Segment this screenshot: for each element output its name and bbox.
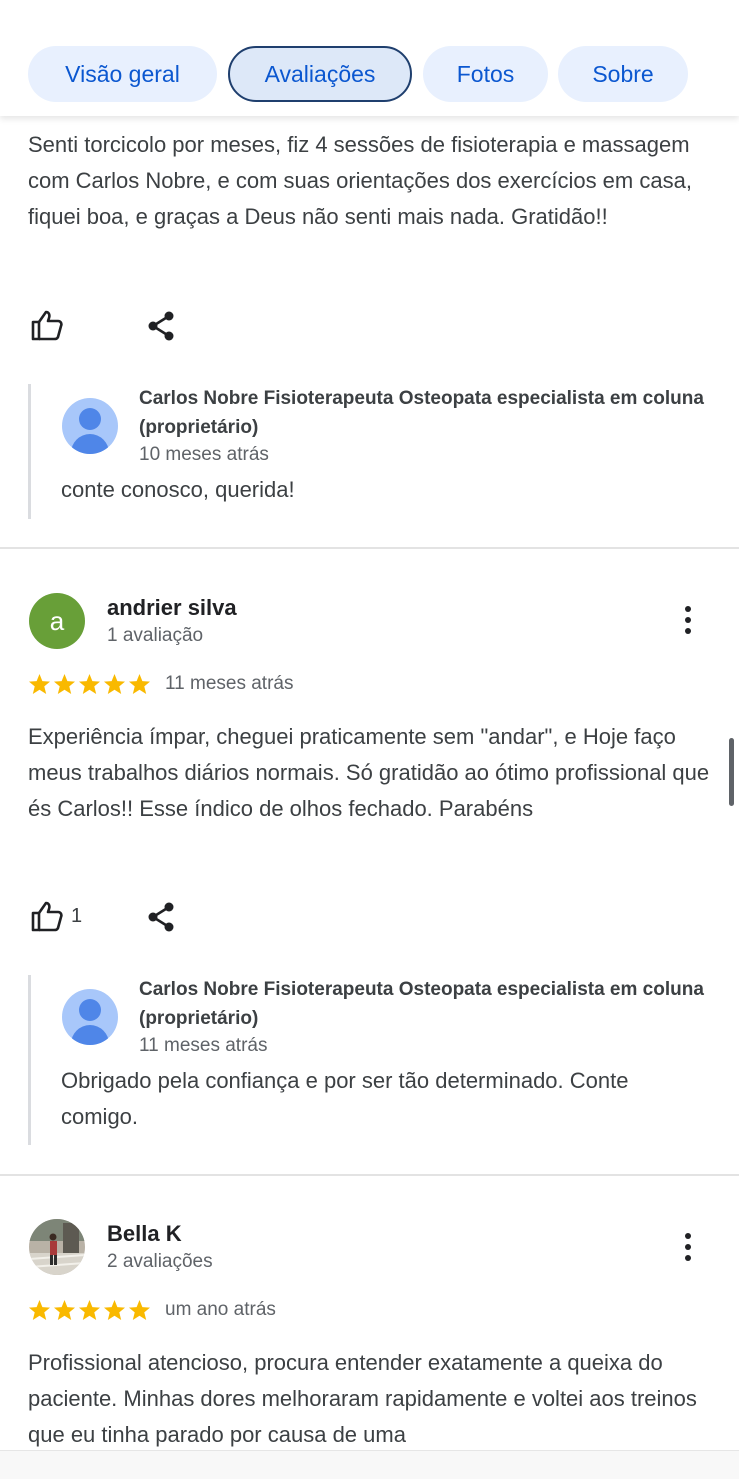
- owner-name: Carlos Nobre Fisioterapeuta Osteopata es…: [139, 979, 704, 1029]
- thumbs-up-icon[interactable]: [30, 309, 64, 341]
- divider: [0, 547, 739, 549]
- tab-reviews[interactable]: Avaliações: [228, 46, 412, 102]
- star-icon: [78, 1299, 101, 1321]
- bottom-bar: [0, 1450, 739, 1479]
- avatar[interactable]: a: [29, 593, 85, 649]
- review-text: Experiência ímpar, cheguei praticamente …: [28, 724, 710, 821]
- tab-overview[interactable]: Visão geral: [28, 46, 217, 102]
- star-icon: [28, 1299, 51, 1321]
- star-icon: [128, 673, 151, 695]
- tab-photos[interactable]: Fotos: [423, 46, 548, 102]
- star-rating: [28, 1299, 151, 1321]
- share-icon[interactable]: [146, 310, 176, 342]
- reviewer-name[interactable]: Bella K: [107, 1221, 182, 1247]
- star-icon: [28, 673, 51, 695]
- more-options-icon[interactable]: [684, 606, 692, 634]
- more-options-icon[interactable]: [684, 1233, 692, 1261]
- reply-text: Obrigado pela confiança e por ser tão de…: [61, 1068, 629, 1129]
- owner-name: Carlos Nobre Fisioterapeuta Osteopata es…: [139, 388, 704, 438]
- star-icon: [78, 673, 101, 695]
- review-time: um ano atrás: [165, 1299, 276, 1320]
- divider: [0, 1174, 739, 1176]
- avatar-letter: a: [49, 605, 65, 636]
- like-count: 1: [71, 905, 83, 927]
- reply-time: 11 meses atrás: [139, 1035, 268, 1056]
- star-icon: [53, 673, 76, 695]
- reply-text: conte conosco, querida!: [61, 477, 295, 502]
- review-count: 2 avaliações: [107, 1251, 213, 1272]
- reply-indent-bar: [28, 975, 31, 1145]
- scrollbar[interactable]: [729, 738, 734, 806]
- star-icon: [53, 1299, 76, 1321]
- review-text: Profissional atencioso, procura entender…: [28, 1350, 697, 1447]
- star-icon: [128, 1299, 151, 1321]
- share-icon[interactable]: [146, 901, 176, 933]
- avatar-photo[interactable]: [29, 1219, 85, 1275]
- star-icon: [103, 1299, 126, 1321]
- tab-bar: Visão geral Avaliações Fotos Sobre: [0, 0, 739, 116]
- reviewer-name[interactable]: andrier silva: [107, 595, 237, 621]
- review-count: 1 avaliação: [107, 625, 204, 646]
- tab-about[interactable]: Sobre: [558, 46, 688, 102]
- review-text: Senti torcicolo por meses, fiz 4 sessões…: [28, 132, 692, 229]
- reply-indent-bar: [28, 384, 31, 519]
- owner-avatar: [62, 989, 118, 1045]
- review-time: 11 meses atrás: [165, 673, 294, 694]
- owner-avatar: [62, 398, 118, 454]
- star-rating: [28, 673, 151, 695]
- star-icon: [103, 673, 126, 695]
- thumbs-up-icon[interactable]: [30, 900, 64, 932]
- reply-time: 10 meses atrás: [139, 444, 269, 465]
